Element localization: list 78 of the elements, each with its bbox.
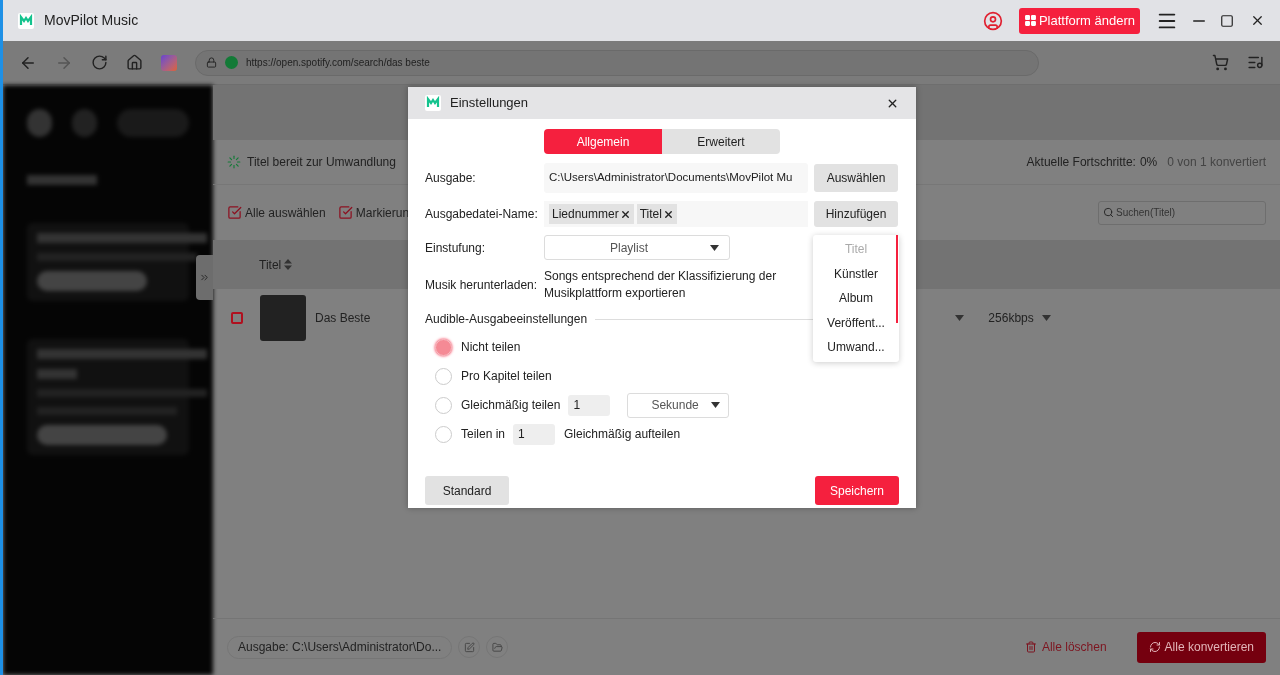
status-text: Titel bereit zur Umwandlung [247,154,396,171]
scrollbar-thumb[interactable] [896,235,898,323]
grid-icon [1023,14,1037,27]
add-button[interactable]: Hinzufügen [814,201,898,227]
caret-icon [710,244,719,251]
progress-label: Aktuelle Fortschritte: [1026,154,1136,171]
select-value: Playlist [610,239,649,257]
caret-icon [711,402,721,408]
filename-tag[interactable]: Liednummer [549,204,634,224]
sort-icon[interactable] [284,259,293,270]
site-icon [225,56,238,69]
converted-count: 0 von 1 konvertiert [1167,154,1266,171]
count-suffix: Gleichmäßig aufteilen [564,426,681,443]
output-path-field[interactable]: C:\Users\Administrator\Documents\MovPilot Mu [544,163,808,193]
lock-icon [206,57,217,68]
menu-item[interactable]: Veröffent... [813,310,899,335]
menu-item[interactable]: Umwand... [813,335,899,360]
select-value: Sekunde [651,397,700,414]
format-caret-icon [955,315,965,321]
app-title: MovPilot Music [44,11,139,30]
output-label: Ausgabe: [425,170,477,187]
url-text: https://open.spotify.com/search/das beste [246,56,430,70]
radio-label[interactable]: Gleichmäßig teilen [461,396,561,414]
home-icon[interactable] [126,54,143,71]
radio-label[interactable]: Pro Kapitel teilen [461,367,552,385]
playlist-icon[interactable] [1247,54,1264,71]
standard-button[interactable]: Standard [425,476,509,505]
maximize-icon[interactable] [1220,13,1234,28]
search-placeholder: Suchen(Titel) [1116,206,1176,220]
platform-button[interactable]: Plattform ändern [1018,7,1140,34]
checkbox-icon [227,205,242,220]
radio-label[interactable]: Teilen in [461,425,506,443]
choose-button[interactable]: Auswählen [814,164,898,192]
remove-icon[interactable] [619,208,631,220]
app-logo-icon [425,95,441,111]
menu-item[interactable]: Künstler [813,261,899,286]
address-bar[interactable]: https://open.spotify.com/search/das beste [195,49,1039,76]
bitrate-text: 256kbps [988,310,1034,327]
settings-tab[interactable]: Erweitert [662,129,780,154]
loading-icon [227,155,241,169]
remove-icon[interactable] [662,208,674,220]
radio-label[interactable]: Nicht teilen [461,338,521,356]
count-field[interactable]: 1 [513,423,556,445]
account-icon[interactable] [982,10,1003,31]
dialog-title: Einstellungen [450,94,529,113]
section-heading: Audible-Ausgabeeinstellungen [425,311,588,328]
save-button[interactable]: Speichern [815,476,899,505]
progress-value: 0% [1139,154,1158,171]
download-label: Musik herunterladen: [425,277,539,294]
settings-tab[interactable]: Allgemein [544,129,662,154]
filename-label: Ausgabedatei-Name: [425,206,539,223]
row-checkbox[interactable] [231,312,243,324]
radio-button[interactable] [435,338,452,356]
cart-icon[interactable] [1212,54,1229,71]
filename-tag[interactable]: Titel [636,204,677,224]
select-all-button[interactable]: Alle auswählen [227,203,326,222]
close-icon[interactable] [1250,13,1265,28]
album-art-placeholder [260,295,306,341]
filename-field[interactable]: Liednummer Titel [544,201,808,227]
trash-icon [1024,641,1037,653]
download-description: Songs entsprechend der Klassifizierung der Musikplattform exportieren [544,268,778,302]
double-chevron-icon [199,272,210,283]
app-logo-icon [18,12,34,29]
refresh-icon [1148,641,1161,653]
unit-select[interactable]: Sekunde [627,392,730,418]
bitrate-caret-icon [1041,315,1051,321]
convert-all-button[interactable]: Alle konvertieren [1136,631,1266,663]
interval-field[interactable]: 1 [568,394,611,416]
mark-button[interactable]: Markierun [337,203,410,222]
folder-icon [491,641,503,653]
search-icon [1103,207,1114,218]
edit-icon [463,641,475,653]
track-title: Das Beste [315,310,371,327]
menu-item[interactable]: Album [813,286,899,311]
rating-label: Einstufung: [425,239,487,257]
rating-select[interactable]: Playlist [544,235,730,260]
checkbox-icon [337,205,353,220]
reload-icon[interactable] [91,54,108,71]
